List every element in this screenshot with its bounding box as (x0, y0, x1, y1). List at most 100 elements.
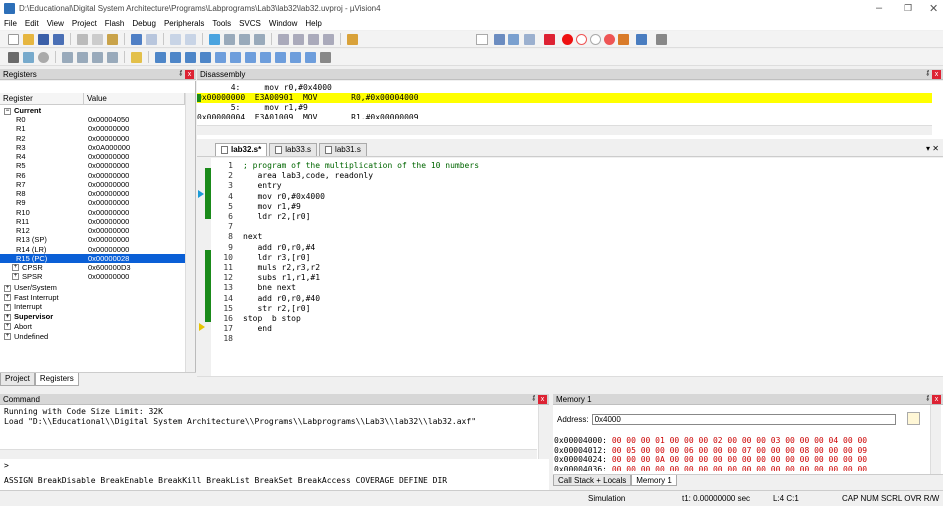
nav-back-icon[interactable] (170, 33, 181, 45)
show-next-statement-icon[interactable] (131, 51, 142, 63)
disassembly-window[interactable]: 4: mov r0,#0x4000 0x00000000 E3A00901 MO… (197, 81, 943, 139)
close-panel-icon[interactable]: x (932, 70, 941, 79)
tab-lab31[interactable]: lab31.s (319, 143, 367, 156)
expand-icon[interactable]: + (12, 273, 19, 281)
new-file-icon[interactable] (8, 33, 19, 45)
disasm-hscrollbar[interactable] (197, 125, 932, 135)
tab-list-chevron-icon[interactable]: ▾ ✕ (926, 144, 939, 153)
run-to-cursor-icon[interactable] (107, 51, 118, 63)
step-into-icon[interactable] (62, 51, 73, 63)
menu-file[interactable]: File (4, 19, 17, 28)
disable-breakpoints-icon[interactable] (590, 34, 601, 45)
register-value[interactable]: 0x00000028 (84, 254, 184, 263)
current-group[interactable]: − Current (4, 106, 41, 115)
register-value[interactable]: 0x0A000000 (84, 143, 184, 152)
command-vscrollbar[interactable] (538, 405, 549, 459)
tab-lab33[interactable]: lab33.s (269, 143, 318, 156)
code-editor[interactable]: 1 ; program of the multiplication of the … (197, 158, 943, 376)
register-value[interactable]: 0x600000D3 (84, 263, 184, 272)
expand-icon[interactable]: + (4, 294, 11, 302)
tab-lab32[interactable]: lab32.s* (215, 143, 268, 156)
debug-session-icon[interactable] (544, 34, 555, 45)
menu-debug[interactable]: Debug (132, 19, 156, 28)
command-window-icon[interactable] (155, 51, 166, 63)
menu-peripherals[interactable]: Peripherals (164, 19, 204, 28)
register-row[interactable]: CPSR 0x600000D3 + (0, 263, 185, 272)
register-value[interactable]: 0x00000000 (84, 124, 184, 133)
tools-icon[interactable] (656, 34, 667, 45)
register-group[interactable]: + Abort (4, 322, 32, 331)
register-column-header[interactable]: Register (0, 93, 84, 104)
close-icon[interactable]: ✕ (929, 2, 938, 15)
address-input[interactable]: 0x4000 (591, 414, 896, 425)
close-panel-icon[interactable]: x (538, 395, 547, 404)
expand-icon[interactable]: + (12, 264, 19, 271)
minimize-icon[interactable]: – (876, 2, 882, 14)
indent-icon[interactable] (278, 33, 289, 45)
disassembly-window-icon[interactable] (170, 51, 181, 63)
memory-bytes[interactable]: 00 00 00 00 00 00 00 00 00 00 00 00 00 0… (612, 465, 867, 471)
expand-icon[interactable]: + (4, 313, 11, 321)
register-value[interactable]: 0x00000000 (84, 152, 184, 161)
configure-icon[interactable] (618, 34, 629, 45)
register-row[interactable]: R13 (SP) 0x00000000 (0, 235, 185, 244)
insert-breakpoint-icon[interactable] (562, 34, 573, 45)
uncomment-icon[interactable] (323, 33, 334, 45)
save-icon[interactable] (38, 33, 49, 45)
register-row[interactable]: R2 0x00000000 (0, 134, 185, 143)
tab-project[interactable]: Project (0, 373, 35, 386)
open-folder-icon[interactable] (23, 33, 34, 45)
register-row[interactable]: R14 (LR) 0x00000000 (0, 245, 185, 254)
pin-icon[interactable]: ᵮ (180, 69, 182, 78)
menu-flash[interactable]: Flash (105, 19, 125, 28)
register-row[interactable]: R9 0x00000000 (0, 198, 185, 207)
call-stack-window-icon[interactable] (215, 51, 226, 63)
registers-scrollbar[interactable] (185, 93, 195, 386)
serial-window-icon[interactable] (260, 51, 271, 63)
value-column-header[interactable]: Value (84, 93, 185, 104)
menu-project[interactable]: Project (72, 19, 97, 28)
register-value[interactable]: 0x00000000 (84, 272, 184, 281)
menu-window[interactable]: Window (269, 19, 297, 28)
memory-bytes[interactable]: 00 00 00 01 00 00 00 02 00 00 00 03 00 0… (612, 436, 867, 445)
collapse-icon[interactable]: − (4, 107, 11, 115)
save-all-icon[interactable] (53, 33, 64, 45)
register-value[interactable]: 0x00000000 (84, 245, 184, 254)
prev-bookmark-icon[interactable] (224, 33, 235, 45)
reset-icon[interactable] (8, 51, 19, 63)
memory-window[interactable]: Address: 0x4000 0x00004000: 00 00 00 01 0… (553, 405, 943, 474)
register-group[interactable]: + User/System (4, 283, 57, 292)
comment-icon[interactable] (308, 33, 319, 45)
menu-view[interactable]: View (47, 19, 64, 28)
expand-icon[interactable]: + (4, 333, 11, 341)
menu-help[interactable]: Help (305, 19, 321, 28)
close-panel-icon[interactable]: x (185, 70, 194, 79)
trace-window-icon[interactable] (290, 51, 301, 63)
lock-icon[interactable] (907, 412, 920, 425)
pin-icon[interactable]: ᵮ (927, 394, 929, 403)
register-row[interactable]: R4 0x00000000 (0, 152, 185, 161)
register-row[interactable]: R8 0x00000000 (0, 189, 185, 198)
register-row[interactable]: R3 0x0A000000 (0, 143, 185, 152)
register-row[interactable]: R7 0x00000000 (0, 180, 185, 189)
command-window[interactable]: Running with Code Size Limit: 32K Load "… (0, 405, 549, 490)
copy-icon[interactable] (92, 33, 103, 45)
expand-icon[interactable]: + (4, 303, 11, 311)
memory-vscrollbar[interactable] (930, 405, 941, 474)
register-value[interactable]: 0x00000000 (84, 198, 184, 207)
expand-icon[interactable]: + (4, 284, 11, 292)
system-viewer-icon[interactable] (305, 51, 316, 63)
menu-edit[interactable]: Edit (25, 19, 39, 28)
menu-tools[interactable]: Tools (212, 19, 231, 28)
register-row[interactable]: R10 0x00000000 (0, 208, 185, 217)
register-value[interactable]: 0x00000000 (84, 217, 184, 226)
bookmark-icon[interactable] (209, 33, 220, 45)
menu-svcs[interactable]: SVCS (239, 19, 261, 28)
pin-icon[interactable]: ᵮ (533, 394, 535, 403)
register-row[interactable]: R15 (PC) 0x00000028 (0, 253, 185, 263)
register-row[interactable]: SPSR 0x00000000 + (0, 272, 185, 281)
register-group[interactable]: + Interrupt (4, 302, 42, 311)
memory-bytes[interactable]: 00 05 00 00 00 06 00 00 00 07 00 00 00 0… (612, 446, 867, 455)
editor-gutter[interactable] (197, 158, 211, 376)
memory-bytes[interactable]: 00 00 00 0A 00 00 00 00 00 00 00 00 00 0… (612, 455, 867, 464)
